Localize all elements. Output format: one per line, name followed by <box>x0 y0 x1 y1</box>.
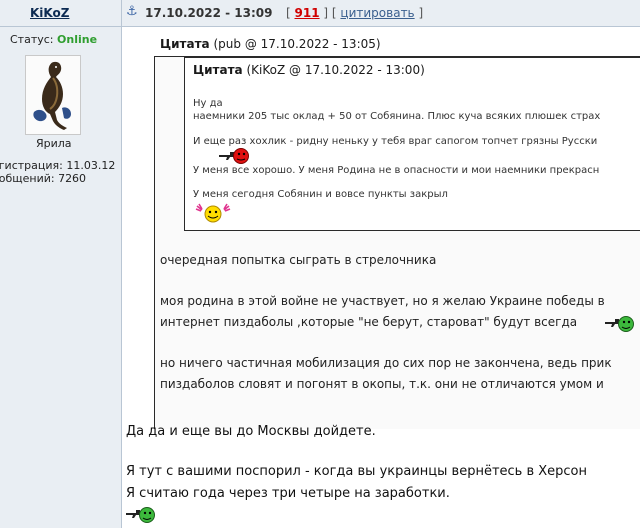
quote-label: Цитата <box>160 37 210 51</box>
quote-outer-line: но ничего частичная мобилизация до сих п… <box>160 356 612 370</box>
quote-inner-line: И еще раз хохлик - ридну неньку у тебя в… <box>193 136 598 147</box>
quote-outer-line: моя родина в этой войне не участвует, но… <box>160 294 605 308</box>
bracket: [ <box>286 6 291 20</box>
bracket: ] [ <box>323 6 337 20</box>
gun-smiley-red-icon <box>219 148 249 164</box>
status-label: Статус: <box>10 33 54 46</box>
message-line: Я считаю года через три четыре на зарабо… <box>126 486 450 501</box>
bracket: ] <box>418 6 424 20</box>
quote-inner-line: Ну да <box>193 98 223 109</box>
gun-smiley-green-icon <box>605 316 634 332</box>
anchor-icon[interactable]: ⚓ <box>126 4 138 19</box>
post-date: 17.10.2022 - 13:09 <box>145 6 273 20</box>
quote-outer-line: пиздаболов словят и погонят в окопы, т.к… <box>160 377 604 391</box>
post-number-link[interactable]: 911 <box>295 6 320 20</box>
quote-outer-line: интернет пиздаболы ,которые "не берут, с… <box>160 315 578 329</box>
message-line: Да да и еще вы до Москвы дойдете. <box>126 424 376 439</box>
message-line: Я тут с вашими поспорил - когда вы украи… <box>126 464 588 479</box>
status-online: Online <box>57 33 98 46</box>
user-rank: Ярила <box>36 137 72 150</box>
avatar-figure-icon <box>33 61 71 131</box>
user-status: Статус: Online <box>10 33 97 46</box>
gun-smiley-green-icon <box>126 507 155 523</box>
quote-meta: (pub @ 17.10.2022 - 13:05) <box>213 37 381 51</box>
post-actions: [ 911 ] [ цитировать ] <box>286 6 423 20</box>
quote-outer-line: очередная попытка сыграть в стрелочника <box>160 253 437 267</box>
quote-label: Цитата <box>193 63 243 77</box>
user-info-panel: KiKoZ Статус: Online Ярила егистрация: 1… <box>0 0 122 528</box>
avatar[interactable] <box>25 55 81 135</box>
post-header: ⚓ 17.10.2022 - 13:09 [ 911 ] [ цитироват… <box>122 0 640 27</box>
quote-inner-line: У меня все хорошо. У меня Родина не в оп… <box>193 165 600 176</box>
username-link[interactable]: KiKoZ <box>30 6 69 20</box>
quote-inner-title: Цитата (KiKoZ @ 17.10.2022 - 13:00) <box>193 63 425 77</box>
quote-outer-title: Цитата (pub @ 17.10.2022 - 13:05) <box>160 37 381 51</box>
quote-meta: (KiKoZ @ 17.10.2022 - 13:00) <box>246 63 425 77</box>
registration-date: егистрация: 11.03.12 <box>0 159 116 172</box>
message-count: ообщений: 7260 <box>0 172 87 185</box>
quote-inner-line: наемники 205 тыс оклад + 50 от Собянина.… <box>193 111 601 122</box>
cite-link[interactable]: цитировать <box>340 6 414 20</box>
divider <box>0 26 121 27</box>
cheering-smiley-icon <box>195 203 231 223</box>
quote-inner-line: У меня сегодня Собянин и вовсе пункты за… <box>193 189 448 200</box>
